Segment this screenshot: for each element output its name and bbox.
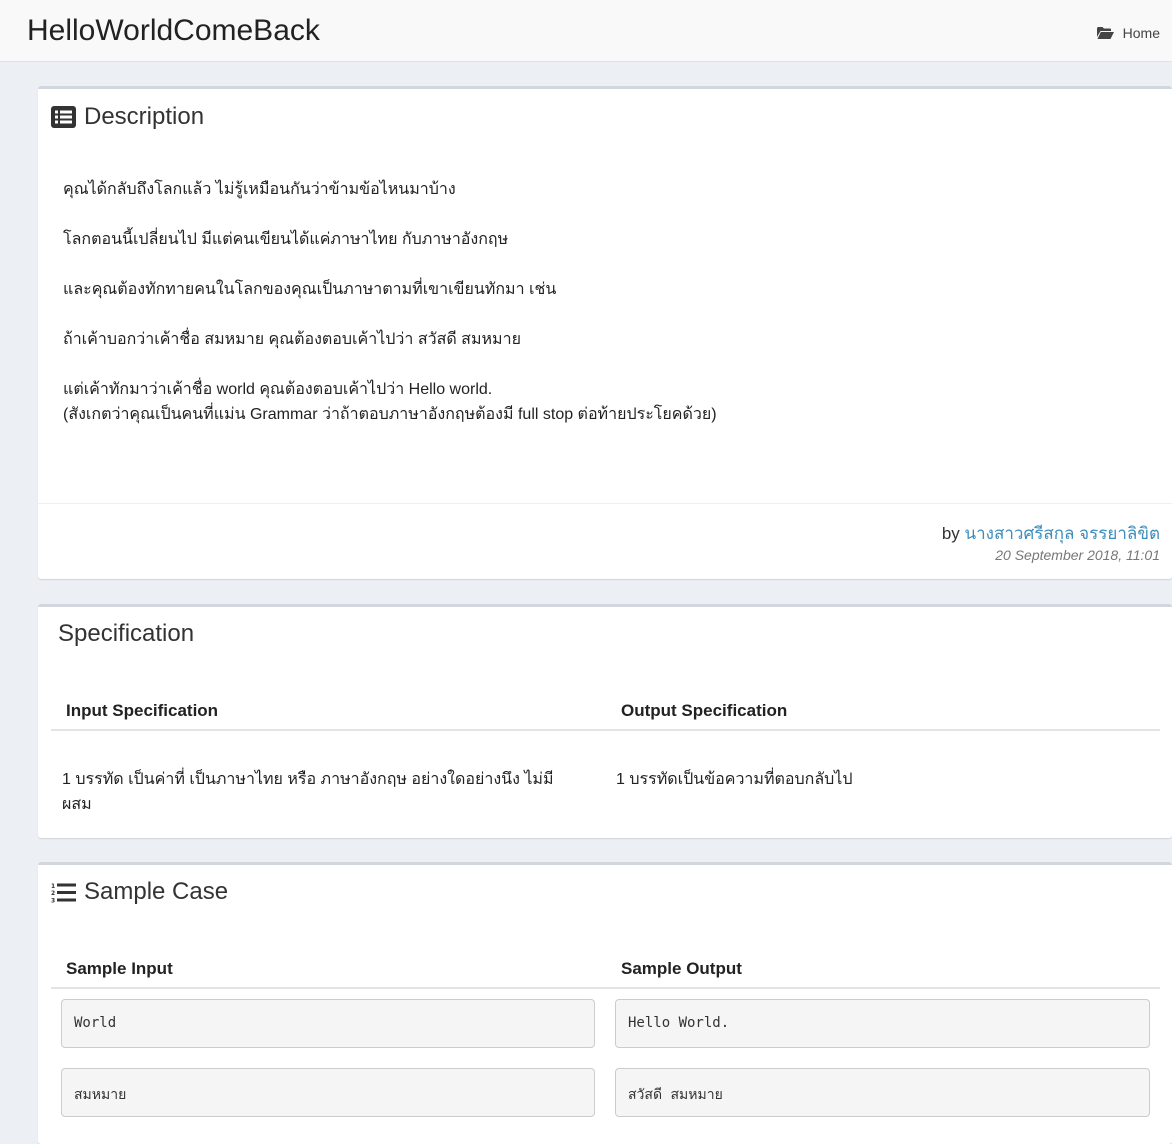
description-paragraph: (สังเกตว่าคุณเป็นคนที่แม่น Grammar ว่าถ้…: [63, 406, 717, 423]
description-paragraph: คุณได้กลับถึงโลกแล้ว ไม่รู้เหมือนกันว่าข…: [63, 181, 456, 198]
description-paragraph: ถ้าเค้าบอกว่าเค้าชื่อ สมหมาย คุณต้องตอบเ…: [63, 331, 521, 348]
author-link[interactable]: นางสาวศรีสกุล จรรยาลิขิต: [965, 524, 1160, 543]
description-title: Description: [84, 103, 205, 130]
description-body: คุณได้กลับถึงโลกแล้ว ไม่รู้เหมือนกันว่าข…: [63, 177, 717, 427]
page-title: HelloWorldComeBack: [27, 14, 320, 47]
description-paragraph: แต่เค้าทักมาว่าเค้าชื่อ world คุณต้องตอบ…: [63, 381, 493, 398]
breadcrumb: Home: [1096, 25, 1160, 41]
input-spec-text: 1 บรรทัด เป็นค่าที่ เป็นภาษาไทย หรือ ภาษ…: [62, 767, 602, 817]
sample-output-block[interactable]: สวัสดี สมหมาย: [615, 1068, 1150, 1117]
sample-table-header: Sample Input Sample Output: [51, 945, 1160, 989]
input-spec-header: Input Specification: [66, 701, 219, 720]
description-paragraph: และคุณต้องทักทายคนในโลกของคุณเป็นภาษาตาม…: [63, 281, 557, 298]
sample-input-block[interactable]: World: [61, 999, 595, 1048]
breadcrumb-home-link[interactable]: Home: [1123, 25, 1160, 41]
content-header: HelloWorldComeBack Home: [0, 0, 1172, 62]
svg-text:2: 2: [51, 890, 55, 897]
list-ol-icon: 1 2 3: [51, 883, 76, 903]
specification-title: Specification: [58, 620, 195, 647]
input-spec-line: 1 บรรทัด เป็นค่าที่ เป็นภาษาไทย หรือ ภาษ…: [62, 771, 554, 788]
author-prefix: by: [941, 524, 960, 543]
sample-case-title: Sample Case: [84, 878, 229, 905]
sample-input-header: Sample Input: [66, 959, 173, 978]
svg-text:1: 1: [51, 883, 55, 890]
description-footer: by นางสาวศรีสกุล จรรยาลิขิต 20 September…: [38, 503, 1172, 579]
author-line: by นางสาวศรีสกุล จรรยาลิขิต: [942, 520, 1160, 547]
specification-box: Specification Input Specification Output…: [38, 604, 1172, 838]
output-spec-text: 1 บรรทัดเป็นข้อความที่ตอบกลับไป: [616, 771, 853, 788]
sample-case-box: 1 2 3 Sample Case Sample Input Sample Ou…: [38, 862, 1172, 1144]
output-spec-header: Output Specification: [621, 701, 788, 720]
input-spec-line: ผสม: [62, 796, 92, 813]
description-header: Description: [51, 103, 204, 131]
folder-open-icon: [1096, 27, 1114, 39]
post-date: 20 September 2018, 11:01: [995, 547, 1160, 563]
sample-output-header: Sample Output: [621, 959, 742, 978]
sample-output-block[interactable]: Hello World.: [615, 999, 1150, 1048]
svg-text:3: 3: [51, 897, 55, 903]
description-box: Description คุณได้กลับถึงโลกแล้ว ไม่รู้เ…: [38, 86, 1172, 579]
list-alt-icon: [51, 106, 76, 128]
description-paragraph: โลกตอนนี้เปลี่ยนไป มีแต่คนเขียนได้แค่ภาษ…: [63, 231, 509, 248]
specification-table-header: Input Specification Output Specification: [51, 687, 1160, 731]
sample-input-block[interactable]: สมหมาย: [61, 1068, 595, 1117]
sample-case-header: 1 2 3 Sample Case: [51, 878, 228, 906]
